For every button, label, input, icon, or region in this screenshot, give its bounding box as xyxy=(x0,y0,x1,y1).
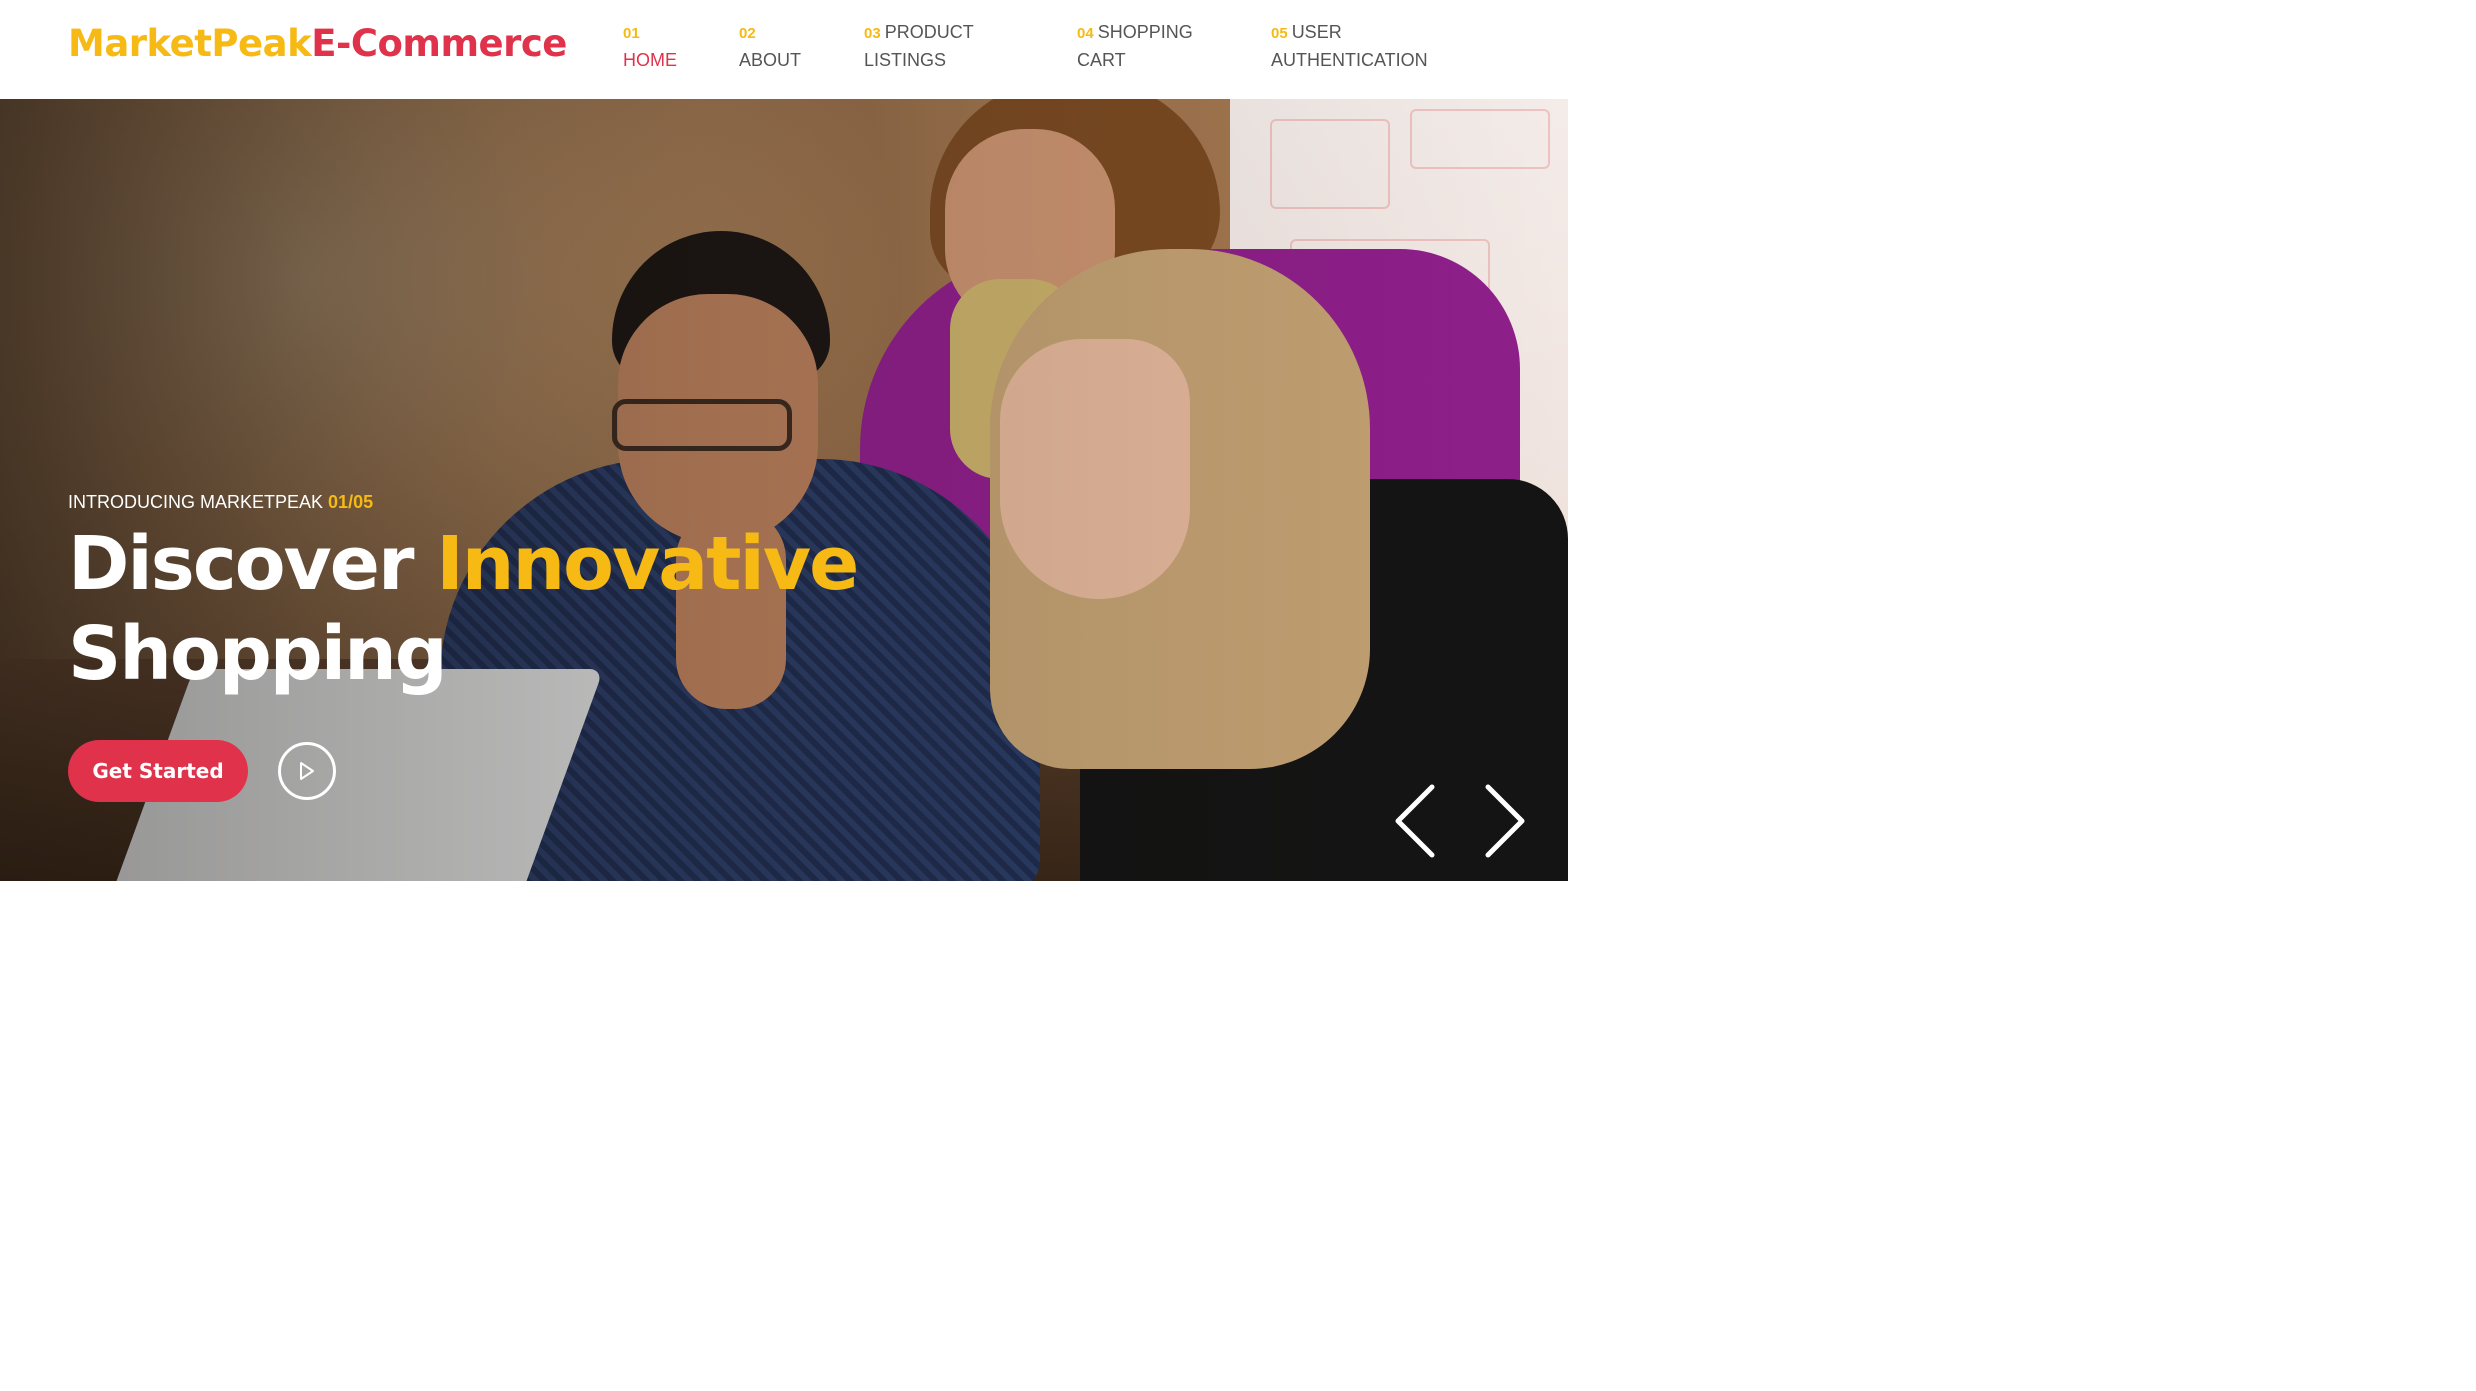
nav-label: ABOUT xyxy=(739,50,802,70)
nav-item-about[interactable]: 02 ABOUT xyxy=(739,19,801,73)
hero-title: Discover Innovative Shopping xyxy=(68,519,859,699)
chevron-left-icon xyxy=(1395,784,1435,858)
nav-label-line2: LISTINGS xyxy=(864,50,947,70)
nav-label-line1: PRODUCT xyxy=(884,22,974,42)
hero-title-part1: Discover xyxy=(68,521,437,607)
nav-number: 03 xyxy=(864,25,881,42)
nav-number: 05 xyxy=(1271,25,1288,42)
slider-next-button[interactable] xyxy=(1472,783,1542,859)
site-header: MarketPeakE-Commerce 01 HOME 02 ABOUT 03… xyxy=(0,0,1568,99)
slider-prev-button[interactable] xyxy=(1384,783,1454,859)
nav-label-line2: AUTHENTICATION xyxy=(1271,50,1428,70)
brand-name-part1: MarketPeak xyxy=(68,22,312,65)
nav-item-user-authentication[interactable]: 05 USER AUTHENTICATION xyxy=(1271,19,1428,73)
nav-item-home[interactable]: 01 HOME xyxy=(623,19,677,73)
hero-slider: INTRODUCING MARKETPEAK 01/05 Discover In… xyxy=(0,99,1568,881)
hero-title-highlight: Innovative xyxy=(436,521,859,607)
nav-number: 02 xyxy=(739,25,756,42)
play-icon xyxy=(300,762,314,780)
chevron-right-icon xyxy=(1485,784,1525,858)
nav-label: HOME xyxy=(623,50,677,70)
nav-label-line2: CART xyxy=(1077,50,1126,70)
hero-intro: INTRODUCING MARKETPEAK 01/05 xyxy=(68,492,373,513)
hero-title-line2: Shopping xyxy=(68,611,448,697)
get-started-button[interactable]: Get Started xyxy=(68,740,248,802)
play-video-button[interactable] xyxy=(278,742,336,800)
slide-counter: 01/05 xyxy=(328,492,374,512)
nav-label-line1: USER xyxy=(1291,22,1342,42)
nav-label-line1: SHOPPING xyxy=(1097,22,1193,42)
brand-name-part2: E-Commerce xyxy=(311,22,567,65)
nav-number: 04 xyxy=(1077,25,1094,42)
nav-number: 01 xyxy=(623,25,640,42)
hero-intro-text: INTRODUCING MARKETPEAK xyxy=(68,492,324,512)
brand-logo[interactable]: MarketPeakE-Commerce xyxy=(68,22,567,65)
nav-item-shopping-cart[interactable]: 04 SHOPPING CART xyxy=(1077,19,1193,73)
nav-item-product-listings[interactable]: 03 PRODUCT LISTINGS xyxy=(864,19,974,73)
